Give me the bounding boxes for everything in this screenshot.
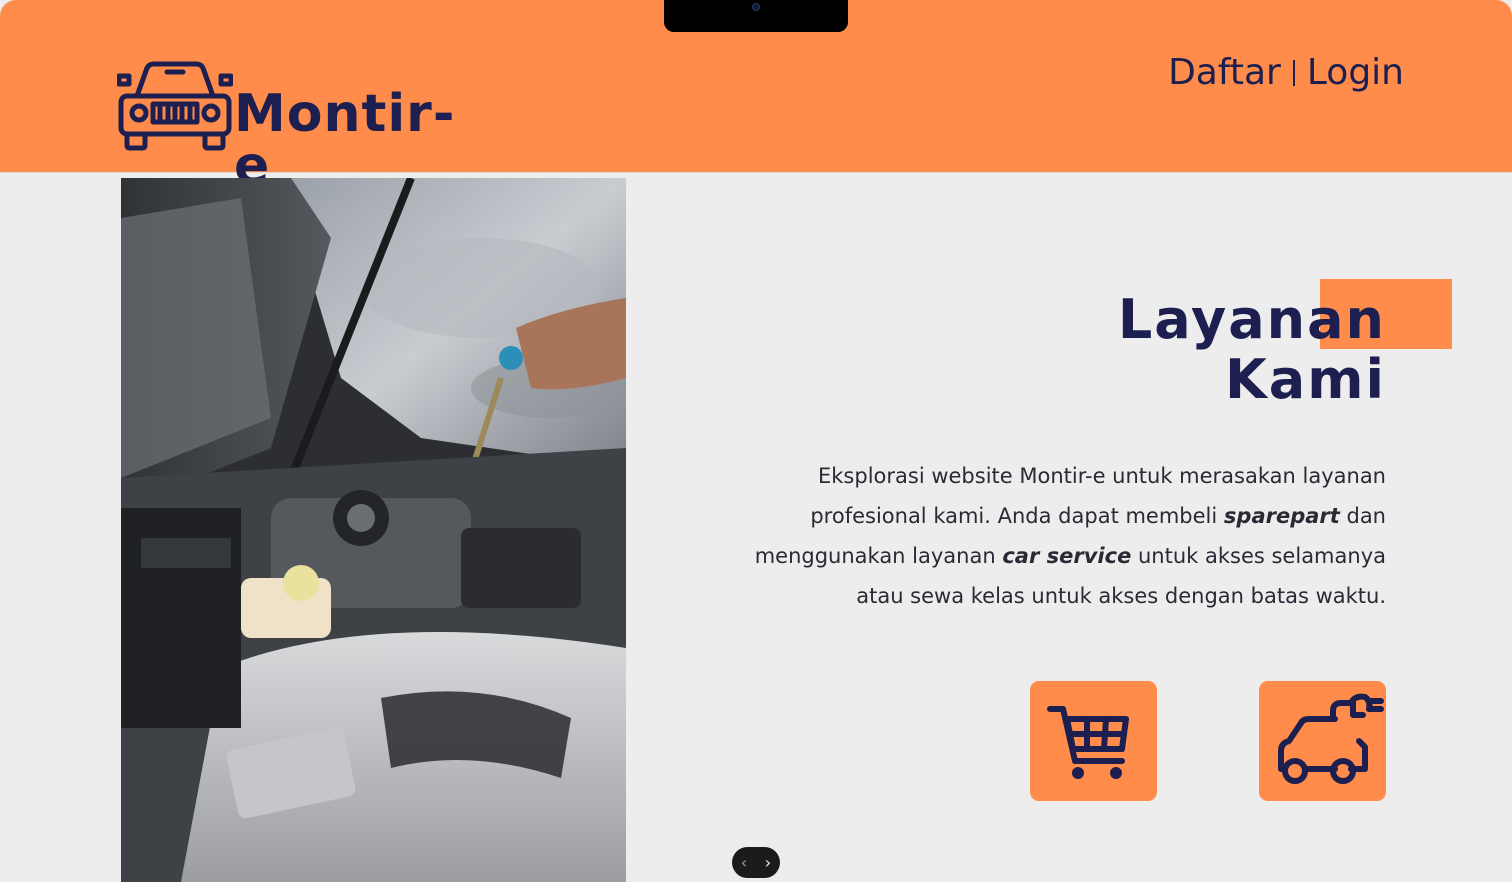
brand-name: Montir-e: [234, 84, 456, 196]
section-title-line1: Layanan: [1117, 288, 1386, 351]
description-emphasis-sparepart: sparepart: [1223, 504, 1340, 528]
section-title-line2: Kami: [1224, 348, 1386, 411]
engine-bay-photo: [121, 178, 626, 882]
prev-slide-button[interactable]: ‹: [741, 854, 747, 871]
section-title: Layanan Kami: [1118, 290, 1386, 410]
register-link[interactable]: Daftar: [1168, 52, 1281, 93]
camera-icon: [752, 3, 760, 11]
brand-logo[interactable]: Montir-e: [117, 60, 472, 192]
site-header: Montir-e Daftar Login: [0, 0, 1512, 192]
car-repair-wrench-icon: [1278, 693, 1384, 784]
section-description: Eksplorasi website Montir-e untuk merasa…: [736, 456, 1386, 616]
camera-notch: [664, 0, 848, 32]
description-emphasis-car-service: car service: [1002, 544, 1132, 568]
sparepart-service-button[interactable]: [1030, 681, 1157, 801]
car-logo-icon: [117, 61, 233, 151]
car-service-button[interactable]: [1259, 681, 1386, 801]
auth-nav: Daftar Login: [1168, 52, 1404, 93]
nav-divider: [1292, 59, 1295, 86]
next-slide-button[interactable]: ›: [765, 854, 771, 871]
login-link[interactable]: Login: [1307, 52, 1404, 93]
slider-pager: ‹ ›: [732, 847, 780, 878]
shopping-cart-icon: [1047, 706, 1129, 779]
